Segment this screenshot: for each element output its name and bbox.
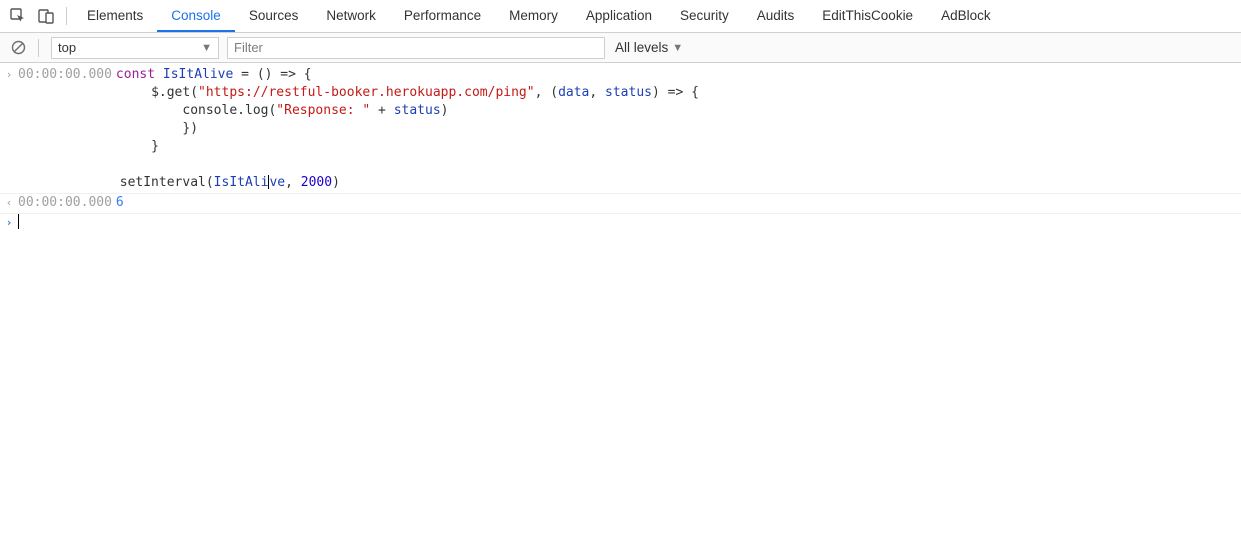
tab-application[interactable]: Application bbox=[572, 0, 666, 32]
log-input-row[interactable]: 00:00:00.000const IsItAlive = () => { $.… bbox=[0, 66, 1241, 194]
chevron-down-icon: ▼ bbox=[672, 42, 683, 54]
log-output-row[interactable]: 00:00:00.000 6 bbox=[0, 194, 1241, 214]
divider bbox=[66, 7, 67, 25]
tab-adblock[interactable]: AdBlock bbox=[927, 0, 1005, 32]
filter-input[interactable] bbox=[227, 37, 605, 59]
text-cursor bbox=[18, 214, 19, 229]
tab-console[interactable]: Console bbox=[157, 0, 235, 32]
divider bbox=[38, 39, 39, 57]
device-toolbar-icon[interactable] bbox=[32, 2, 60, 30]
output-marker-icon bbox=[0, 194, 18, 212]
context-value: top bbox=[58, 40, 76, 55]
devtools-tabbar: ElementsConsoleSourcesNetworkPerformance… bbox=[0, 0, 1241, 33]
tab-memory[interactable]: Memory bbox=[495, 0, 572, 32]
tab-elements[interactable]: Elements bbox=[73, 0, 157, 32]
chevron-down-icon: ▼ bbox=[201, 42, 212, 54]
input-marker-icon bbox=[0, 66, 18, 84]
tab-network[interactable]: Network bbox=[312, 0, 390, 32]
timestamp: 00:00:00.000 bbox=[18, 67, 112, 82]
tab-security[interactable]: Security bbox=[666, 0, 743, 32]
prompt-row[interactable] bbox=[0, 214, 1241, 234]
return-value: 6 bbox=[116, 195, 124, 210]
tab-sources[interactable]: Sources bbox=[235, 0, 313, 32]
console-toolbar: top ▼ All levels ▼ bbox=[0, 33, 1241, 63]
tab-performance[interactable]: Performance bbox=[390, 0, 495, 32]
tab-audits[interactable]: Audits bbox=[743, 0, 809, 32]
element-picker-icon[interactable] bbox=[4, 2, 32, 30]
console-log-area: 00:00:00.000const IsItAlive = () => { $.… bbox=[0, 63, 1241, 234]
levels-label: All levels bbox=[615, 40, 668, 55]
log-levels-dropdown[interactable]: All levels ▼ bbox=[615, 40, 683, 55]
context-selector[interactable]: top ▼ bbox=[51, 37, 219, 59]
timestamp: 00:00:00.000 bbox=[18, 195, 112, 210]
tab-editthiscookie[interactable]: EditThisCookie bbox=[808, 0, 927, 32]
prompt-marker-icon bbox=[0, 214, 18, 232]
clear-console-icon[interactable] bbox=[4, 40, 32, 55]
code-body: const IsItAlive = () => { $.get("https:/… bbox=[18, 67, 699, 190]
